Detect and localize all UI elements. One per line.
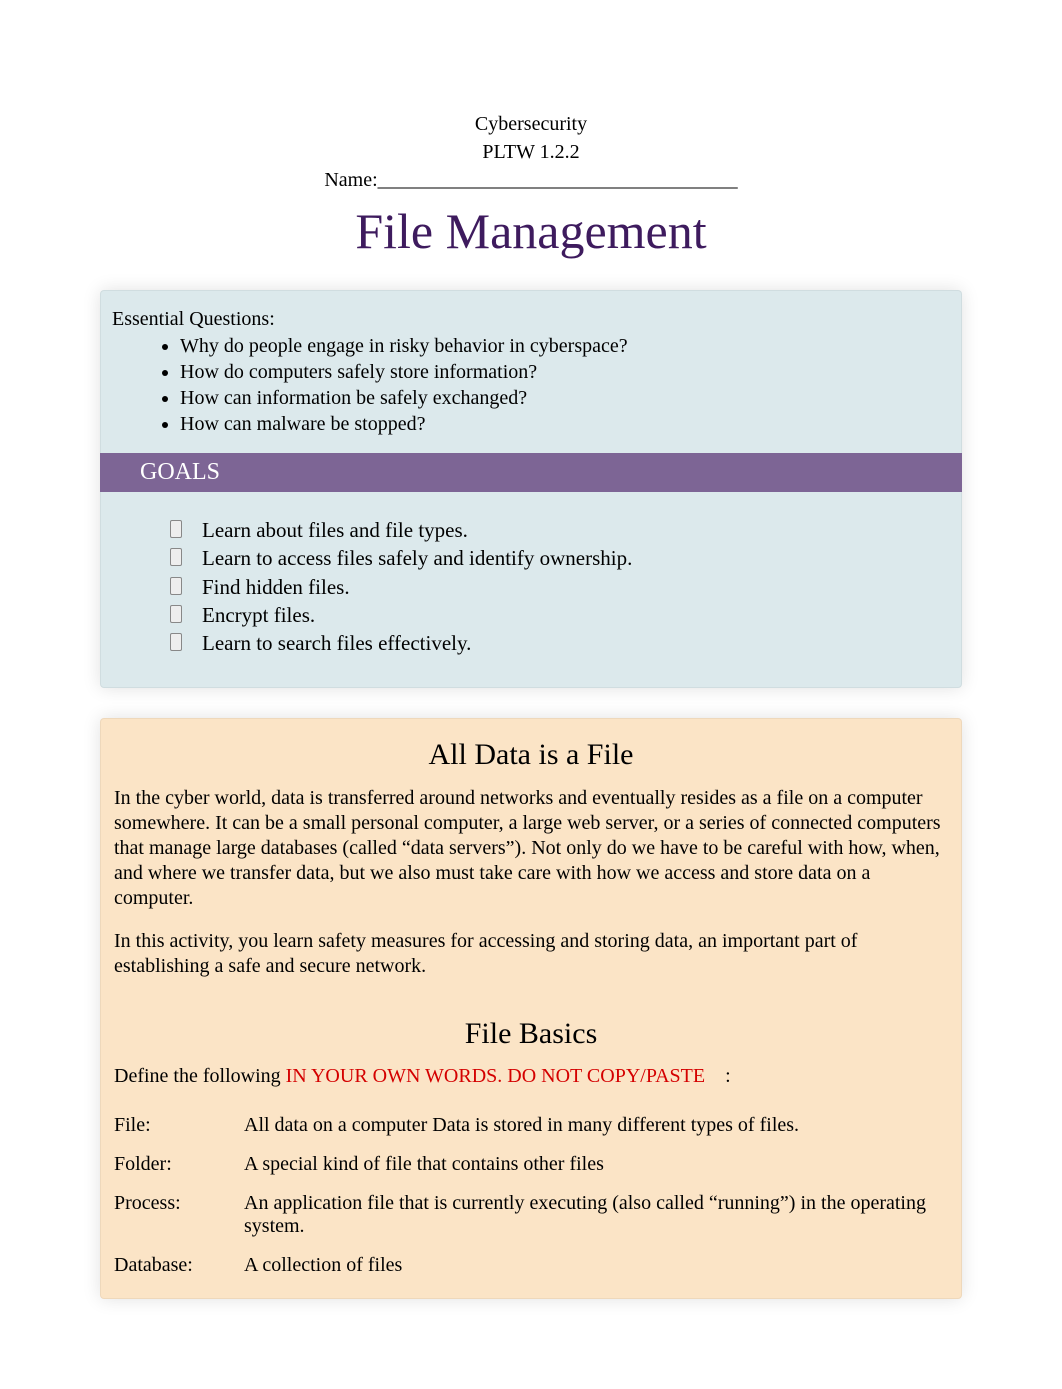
term-cell: Database: [100, 1246, 230, 1285]
term-cell: Process: [100, 1184, 230, 1246]
essential-item: Why do people engage in risky behavior i… [180, 333, 950, 359]
define-suffix [705, 1065, 725, 1087]
definition-cell[interactable]: All data on a computer Data is stored in… [230, 1106, 962, 1145]
section1-paragraph2: In this activity, you learn safety measu… [100, 929, 962, 979]
table-row: Folder: A special kind of file that cont… [100, 1145, 962, 1184]
goals-item: Encrypt files. [170, 601, 950, 629]
term-cell: Folder: [100, 1145, 230, 1184]
define-prefix: Define the following [114, 1065, 286, 1087]
essential-item: How can information be safely exchanged? [180, 385, 950, 411]
definition-cell[interactable]: An application file that is currently ex… [230, 1184, 962, 1246]
essential-item: How do computers safely store informatio… [180, 359, 950, 385]
name-label: Name: [324, 169, 377, 191]
table-row: Database: A collection of files [100, 1246, 962, 1285]
essential-heading: Essential Questions: [112, 308, 950, 331]
content-box: All Data is a File In the cyber world, d… [100, 718, 962, 1299]
definitions-table: File: All data on a computer Data is sto… [100, 1106, 962, 1285]
goals-list: Learn about files and file types. Learn … [100, 492, 962, 688]
name-field-line: Name:___________________________________… [100, 166, 962, 194]
course-code: PLTW 1.2.2 [100, 138, 962, 166]
define-warning: IN YOUR OWN WORDS. DO NOT COPY/PASTE [286, 1065, 705, 1087]
page-title: File Management [100, 202, 962, 260]
goals-item: Find hidden files. [170, 573, 950, 601]
essential-list: Why do people engage in risky behavior i… [112, 333, 950, 437]
definition-cell[interactable]: A special kind of file that contains oth… [230, 1145, 962, 1184]
essential-item: How can malware be stopped? [180, 411, 950, 437]
section-title-file-basics: File Basics [100, 997, 962, 1065]
define-colon: : [725, 1065, 731, 1087]
course-name: Cybersecurity [100, 110, 962, 138]
definition-cell[interactable]: A collection of files [230, 1246, 962, 1285]
define-instruction: Define the following IN YOUR OWN WORDS. … [100, 1065, 962, 1088]
term-cell: File: [100, 1106, 230, 1145]
essential-questions-section: Essential Questions: Why do people engag… [100, 290, 962, 443]
essential-goals-box: Essential Questions: Why do people engag… [100, 290, 962, 688]
section1-paragraph1: In the cyber world, data is transferred … [100, 786, 962, 911]
goals-heading: GOALS [100, 453, 962, 492]
name-blank[interactable]: ____________________________________ [378, 169, 738, 191]
goals-item: Learn to search files effectively. [170, 629, 950, 657]
goals-item: Learn to access files safely and identif… [170, 544, 950, 572]
table-row: Process: An application file that is cur… [100, 1184, 962, 1246]
table-row: File: All data on a computer Data is sto… [100, 1106, 962, 1145]
document-header: Cybersecurity PLTW 1.2.2 Name:__________… [100, 110, 962, 194]
goals-item: Learn about files and file types. [170, 516, 950, 544]
section-title-data-file: All Data is a File [100, 718, 962, 786]
